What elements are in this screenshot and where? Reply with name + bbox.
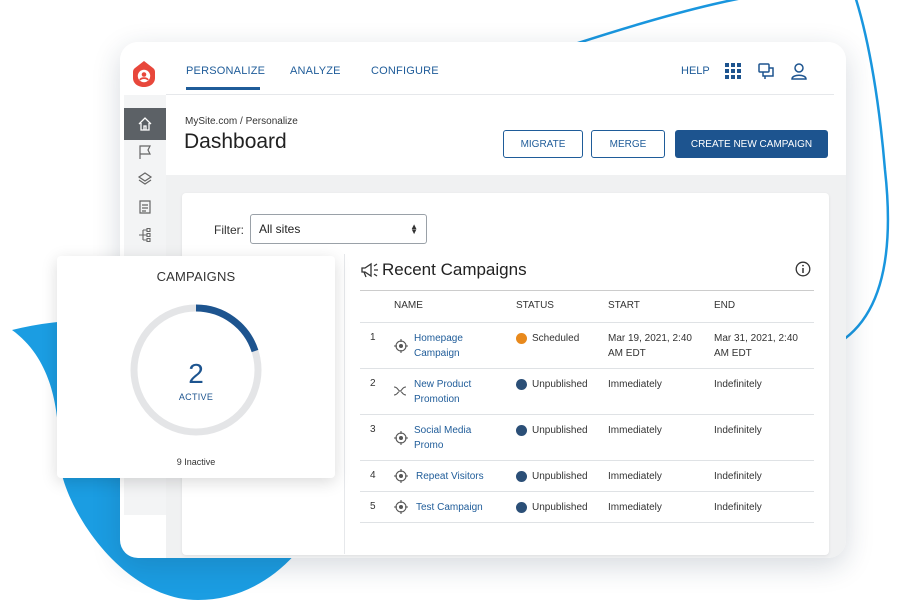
create-campaign-button[interactable]: CREATE NEW CAMPAIGN <box>675 130 828 158</box>
start-date: Immediately <box>608 425 662 436</box>
marketing-screenshot: PERSONALIZE ANALYZE CONFIGURE HELP MySit… <box>0 0 900 600</box>
user-icon[interactable] <box>790 62 808 80</box>
target-icon <box>394 500 408 514</box>
apps-grid-icon[interactable] <box>724 62 742 80</box>
status-text: Unpublished <box>532 471 588 482</box>
active-label: ACTIVE <box>178 392 214 402</box>
status-text: Unpublished <box>532 502 588 513</box>
column-header-start: START <box>608 300 640 311</box>
row-number: 2 <box>370 378 376 389</box>
nav-divider <box>166 94 834 95</box>
column-header-end: END <box>714 300 736 311</box>
migrate-button[interactable]: MIGRATE <box>503 130 583 158</box>
document-icon <box>139 200 151 214</box>
status-unpublished-dot <box>516 379 527 390</box>
card-divider <box>344 254 345 554</box>
campaign-name-link[interactable]: Test Campaign <box>416 500 483 515</box>
megaphone-icon <box>361 262 378 278</box>
end-date: Indefinitely <box>714 379 762 390</box>
target-icon <box>394 469 408 483</box>
hierarchy-icon <box>139 227 151 243</box>
end-date: Indefinitely <box>714 425 762 436</box>
row-rule <box>360 491 814 492</box>
info-icon[interactable] <box>795 261 811 277</box>
campaigns-summary-card: CAMPAIGNS 2 ACTIVE 9 Inactive <box>57 256 335 478</box>
header-rule <box>360 322 814 323</box>
status-text: Unpublished <box>532 379 588 390</box>
row-number: 3 <box>370 424 376 435</box>
campaign-name-link[interactable]: Social Media Promo <box>414 423 471 453</box>
filter-label: Filter: <box>214 223 244 237</box>
site-filter-select[interactable]: All sites ▲ ▼ <box>250 214 427 244</box>
status-unpublished-dot <box>516 502 527 513</box>
status-unpublished-dot <box>516 471 527 482</box>
campaign-name-link[interactable]: Homepage Campaign <box>414 331 463 361</box>
brand-logo-icon <box>133 61 155 87</box>
active-count: 2 <box>188 358 204 389</box>
column-header-status: STATUS <box>516 300 554 311</box>
tab-configure[interactable]: CONFIGURE <box>371 65 439 77</box>
inactive-count: 9 Inactive <box>176 457 216 467</box>
status-scheduled-dot <box>516 333 527 344</box>
sidebar-item-hierarchy[interactable] <box>124 219 166 251</box>
select-arrows-icon: ▲ ▼ <box>410 222 418 236</box>
active-tab-indicator <box>186 87 260 90</box>
chat-icon[interactable] <box>757 62 775 80</box>
target-icon <box>394 339 408 353</box>
end-date: Indefinitely <box>714 471 762 482</box>
recent-campaigns-title: Recent Campaigns <box>382 260 527 279</box>
flag-icon <box>139 145 151 159</box>
split-icon <box>393 386 407 396</box>
breadcrumb: MySite.com / Personalize <box>185 116 298 127</box>
layers-icon <box>137 172 153 185</box>
row-number: 4 <box>370 470 376 481</box>
row-number: 5 <box>370 501 376 512</box>
campaigns-title: CAMPAIGNS <box>156 269 236 284</box>
campaign-name-link[interactable]: New Product Promotion <box>414 377 471 407</box>
filter-value: All sites <box>259 222 301 236</box>
tab-personalize[interactable]: PERSONALIZE <box>186 65 265 77</box>
status-text: Unpublished <box>532 425 588 436</box>
target-icon <box>394 431 408 445</box>
end-date: Mar 31, 2021, 2:40 AM EDT <box>714 333 798 359</box>
column-header-name: NAME <box>394 300 423 311</box>
start-date: Mar 19, 2021, 2:40 AM EDT <box>608 333 692 359</box>
tab-analyze[interactable]: ANALYZE <box>290 65 341 77</box>
start-date: Immediately <box>608 502 662 513</box>
home-icon <box>138 117 152 131</box>
start-date: Immediately <box>608 471 662 482</box>
row-rule <box>360 368 814 369</box>
status-unpublished-dot <box>516 425 527 436</box>
campaign-name-link[interactable]: Repeat Visitors <box>416 469 484 484</box>
title-rule <box>360 290 814 291</box>
help-link[interactable]: HELP <box>681 65 710 77</box>
page-title: Dashboard <box>184 130 287 153</box>
row-rule <box>360 460 814 461</box>
row-rule <box>360 414 814 415</box>
row-number: 1 <box>370 332 376 343</box>
table-bottom-rule <box>360 522 814 523</box>
start-date: Immediately <box>608 379 662 390</box>
merge-button[interactable]: MERGE <box>591 130 665 158</box>
status-text: Scheduled <box>532 333 580 344</box>
end-date: Indefinitely <box>714 502 762 513</box>
